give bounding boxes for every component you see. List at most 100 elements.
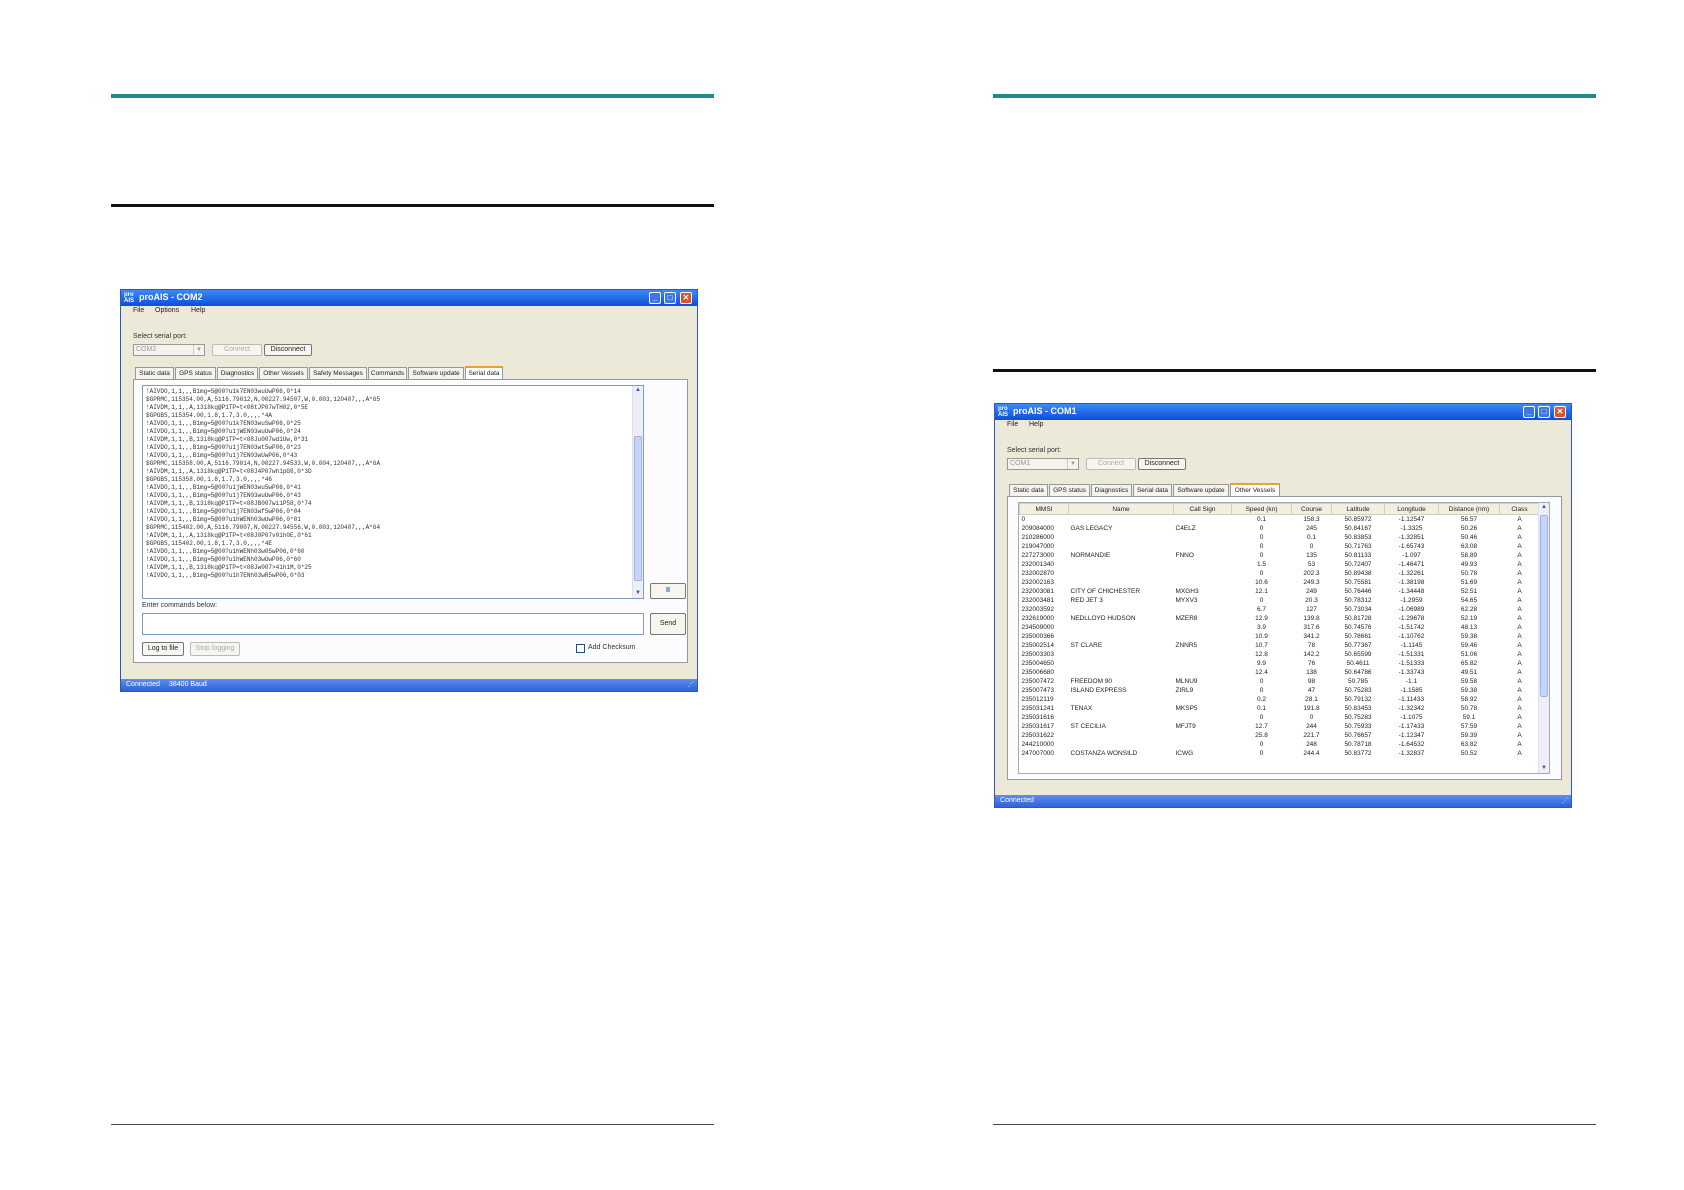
command-input[interactable] <box>142 613 644 635</box>
table-cell <box>1174 668 1232 677</box>
tab-software-update[interactable]: Software update <box>408 367 464 379</box>
table-row[interactable]: 232002870 0 202.3 50.89438 -1.32261 50.78 A <box>1020 569 1540 578</box>
tab-diagnostics[interactable]: Diagnostics <box>1091 484 1132 496</box>
table-row[interactable]: 235031617 ST CECILIA MFJT9 12.7 244 50.75933 -… <box>1020 722 1540 731</box>
table-cell: 9.9 <box>1256 660 1267 667</box>
minimize-icon[interactable]: _ <box>1523 406 1535 418</box>
status-connected: Connected <box>126 681 160 688</box>
table-row[interactable]: 235031622 25.8 221.7 50.76657 -1.12347 59.39 A <box>1020 731 1540 740</box>
column-header[interactable]: Call Sign <box>1173 503 1232 515</box>
right-title-bar[interactable]: pro AIS proAIS - COM1 _ □ ✕ <box>995 404 1571 420</box>
table-row[interactable]: 235004650 9.9 76 50.4611 -1.51333 65.82 A <box>1020 659 1540 668</box>
column-header[interactable]: Speed (kn) <box>1231 503 1292 515</box>
tab-serial-data[interactable]: Serial data <box>1133 484 1172 496</box>
serial-port-select[interactable]: COM2 ▼ <box>133 344 205 356</box>
table-row[interactable]: 244210000 0 248 50.78718 -1.64532 63.82 A <box>1020 740 1540 749</box>
table-cell: -1.1145 <box>1400 642 1423 649</box>
disconnect-button[interactable]: Disconnect <box>1138 458 1186 470</box>
disconnect-button[interactable]: Disconnect <box>264 344 312 356</box>
scroll-up-icon[interactable]: ▲ <box>1539 503 1549 512</box>
tab-gps-status[interactable]: GPS status <box>1049 484 1090 496</box>
tab-diagnostics[interactable]: Diagnostics <box>217 367 258 379</box>
menu-help[interactable]: Help <box>1029 421 1043 428</box>
scroll-thumb[interactable] <box>634 436 642 581</box>
close-icon[interactable]: ✕ <box>680 292 692 304</box>
maximize-icon[interactable]: □ <box>664 292 676 304</box>
tab-software-update[interactable]: Software update <box>1173 484 1229 496</box>
table-cell: 1.5 <box>1256 561 1267 568</box>
table-row[interactable]: 235007472 FREEDOM 90 MLNU9 0 98 50.785 -1.1 59.… <box>1020 677 1540 686</box>
column-header[interactable]: Distance (nm) <box>1438 503 1500 515</box>
table-cell <box>1174 578 1232 587</box>
table-row[interactable]: 235006680 12.4 138 50.64786 -1.33743 49.51 A <box>1020 668 1540 677</box>
table-row[interactable]: 235002514 ST CLARE ZNNR5 10.7 78 50.77367 -1.1… <box>1020 641 1540 650</box>
menu-options[interactable]: Options <box>155 307 179 314</box>
table-row[interactable]: 232002163 10.6 249.3 50.75581 -1.38198 51.69 A <box>1020 578 1540 587</box>
table-cell: 232002163 <box>1021 579 1055 586</box>
column-header[interactable]: Name <box>1068 503 1174 515</box>
table-row[interactable]: 232619000 NEDLLOYD HUDSON MZER8 12.9 139.8 50… <box>1020 614 1540 623</box>
log-line: !AIVDO,1,1,,,B1mg=5@00?u1k7EN03wuUwP06,0… <box>146 388 301 395</box>
table-row[interactable]: 209084000 GAS LEGACY C4ELZ 0 245 50.84167 -1.3… <box>1020 524 1540 533</box>
column-header[interactable]: Latitude <box>1331 503 1385 515</box>
tab-static-data[interactable]: Static data <box>135 367 174 379</box>
pause-button[interactable]: II <box>650 583 686 599</box>
add-checksum-checkbox[interactable] <box>576 644 585 653</box>
send-button[interactable]: Send <box>650 613 686 635</box>
table-row[interactable]: 234509000 3.9 317.6 50.74576 -1.51742 48.13 A <box>1020 623 1540 632</box>
log-to-file-button[interactable]: Log to file <box>142 642 184 656</box>
column-header[interactable]: Class <box>1499 503 1540 515</box>
log-scrollbar[interactable]: ▲ ▼ <box>632 386 643 598</box>
table-row[interactable]: 235000366 10.9 341.2 50.78661 -1.10762 59.38 A <box>1020 632 1540 641</box>
table-row[interactable]: 235007473 ISLAND EXPRESS ZIRL9 0 47 50.75283 -… <box>1020 686 1540 695</box>
scroll-down-icon[interactable]: ▼ <box>633 589 643 598</box>
table-row[interactable]: 232001340 1.5 53 50.72407 -1.46471 49.93 A <box>1020 560 1540 569</box>
maximize-icon[interactable]: □ <box>1538 406 1550 418</box>
table-row[interactable]: 235003303 12.8 142.2 50.65599 -1.51331 51.06 A <box>1020 650 1540 659</box>
scroll-up-icon[interactable]: ▲ <box>633 386 643 395</box>
table-row[interactable]: 235012119 0.2 28.1 50.79132 -1.11433 58.92 A <box>1020 695 1540 704</box>
tab-commands[interactable]: Commands <box>368 367 407 379</box>
table-cell: A <box>1517 750 1522 757</box>
table-cell: 232001340 <box>1021 561 1055 568</box>
menu-file[interactable]: File <box>1007 421 1018 428</box>
serial-log-output[interactable]: !AIVDO,1,1,,,B1mg=5@00?u1k7EN03wuUwP06,0… <box>142 385 644 599</box>
table-cell: 210286000 <box>1021 534 1055 541</box>
table-row[interactable]: 232003081 CITY OF CHICHESTER MXGH3 12.1 249 5… <box>1020 587 1540 596</box>
tab-other-vessels[interactable]: Other Vessels <box>1230 483 1280 496</box>
menu-file[interactable]: File <box>133 307 144 314</box>
vessels-list[interactable]: MMSI Name Call Sign Speed (kn) Course Latitud… <box>1018 502 1550 774</box>
table-row[interactable]: 235031241 TENAX MKSP5 0.1 191.8 50.83453 -1.32… <box>1020 704 1540 713</box>
minimize-icon[interactable]: _ <box>649 292 661 304</box>
left-title-bar[interactable]: pro AIS proAIS - COM2 _ □ ✕ <box>121 290 697 306</box>
column-header[interactable]: Longitude <box>1384 503 1439 515</box>
close-icon[interactable]: ✕ <box>1554 406 1566 418</box>
connect-button[interactable]: Connect <box>212 344 262 356</box>
resize-grip-icon[interactable]: ⋰ <box>1562 795 1568 807</box>
tab-serial-data[interactable]: Serial data <box>465 366 503 379</box>
vessels-scrollbar[interactable]: ▲ ▼ <box>1538 503 1549 773</box>
stop-logging-button[interactable]: Stop logging <box>190 642 240 656</box>
scroll-thumb[interactable] <box>1540 515 1548 697</box>
table-row[interactable]: 232003592 6.7 127 50.73034 -1.06989 62.28 A <box>1020 605 1540 614</box>
tab-other-vessels[interactable]: Other Vessels <box>259 367 308 379</box>
tab-gps-status[interactable]: GPS status <box>175 367 216 379</box>
table-row[interactable]: 227273000 NORMANDIE FNNO 0 135 50.81133 -1.097… <box>1020 551 1540 560</box>
table-row[interactable]: 219047000 0 0 50.71763 -1.65743 63.08 A <box>1020 542 1540 551</box>
table-row[interactable]: 247007000 COSTANZA WONSILD ICWG 0 244.4 50.83… <box>1020 749 1540 758</box>
table-row[interactable]: 0 0.1 158.3 50.85972 -1.12547 56.57 A <box>1020 515 1540 525</box>
table-row[interactable]: 232003481 RED JET 3 MYXV3 0 20.3 50.78312 -1.2… <box>1020 596 1540 605</box>
table-row[interactable]: 235031616 0 0 50.75283 -1.1075 59.1 A <box>1020 713 1540 722</box>
column-header[interactable]: MMSI <box>1019 503 1069 515</box>
tab-static-data[interactable]: Static data <box>1009 484 1048 496</box>
scroll-down-icon[interactable]: ▼ <box>1539 764 1549 773</box>
connect-button[interactable]: Connect <box>1086 458 1136 470</box>
table-cell <box>1174 695 1232 704</box>
resize-grip-icon[interactable]: ⋰ <box>688 679 694 691</box>
table-row[interactable]: 210286000 0 0.1 50.83853 -1.32851 50.46 A <box>1020 533 1540 542</box>
menu-help[interactable]: Help <box>191 307 205 314</box>
tab-safety-messages[interactable]: Safety Messages <box>309 367 367 379</box>
column-header[interactable]: Course <box>1291 503 1332 515</box>
table-cell: 235031622 <box>1021 732 1055 739</box>
serial-port-select[interactable]: COM1 ▼ <box>1007 458 1079 470</box>
